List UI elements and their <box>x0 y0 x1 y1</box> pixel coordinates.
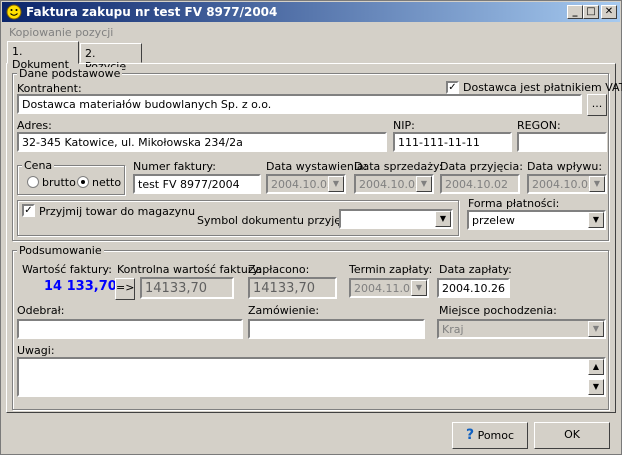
chevron-down-icon[interactable]: ▼ <box>328 176 344 192</box>
help-icon: ? <box>465 427 475 443</box>
due-date-value: 2004.11.05 <box>354 282 417 295</box>
window-title: Faktura zakupu nr test FV 8977/2004 <box>26 5 278 19</box>
nip-label: NIP: <box>393 119 415 132</box>
regon-field[interactable] <box>517 132 607 152</box>
due-date-label: Termin zapłaty: <box>349 263 433 276</box>
price-net-label: netto <box>92 176 122 189</box>
scroll-down-icon[interactable]: ▼ <box>588 379 604 395</box>
close-button[interactable]: ✕ <box>601 5 617 19</box>
inflow-date-field[interactable]: 2004.10.02 ▼ <box>527 174 607 194</box>
invoice-number-field[interactable]: test FV 8977/2004 <box>133 174 261 194</box>
close-icon: ✕ <box>604 6 614 17</box>
order-label: Zamówienie: <box>248 304 320 317</box>
chevron-down-icon[interactable]: ▼ <box>411 280 427 296</box>
help-button-label: Pomoc <box>477 429 515 442</box>
maximize-button[interactable]: □ <box>583 5 599 19</box>
help-button[interactable]: ? Pomoc <box>452 422 528 449</box>
address-field[interactable]: 32-345 Katowice, ul. Mikołowska 234/2a <box>17 132 387 152</box>
payment-date-label: Data zapłaty: <box>439 263 512 276</box>
notes-textarea[interactable]: ▲ ▼ <box>17 357 606 397</box>
accept-to-warehouse-checkbox[interactable]: ✓ <box>22 204 35 217</box>
issue-date-field[interactable]: 2004.10.02 ▼ <box>266 174 346 194</box>
order-field[interactable] <box>248 319 425 339</box>
summary-legend: Podsumowanie <box>17 244 104 257</box>
payment-form-value: przelew <box>472 214 515 227</box>
tab-document-label: 1. Dokument <box>12 45 69 71</box>
paid-field[interactable]: 14133,70 <box>248 277 337 299</box>
chevron-down-icon[interactable]: ▼ <box>416 176 432 192</box>
notes-label: Uwagi: <box>17 344 55 357</box>
chevron-down-icon[interactable]: ▼ <box>588 321 604 337</box>
price-gross-radio[interactable] <box>27 176 39 188</box>
nip-field[interactable]: 111-111-11-11 <box>393 132 512 152</box>
chevron-down-icon[interactable]: ▼ <box>589 176 605 192</box>
document-panel: Dane podstawowe Kontrahent: ✓ Dostawca j… <box>6 63 622 413</box>
price-net-radio[interactable] <box>77 176 89 188</box>
scroll-up-icon[interactable]: ▲ <box>588 359 604 375</box>
menu-copy-positions: Kopiowanie pozycji <box>9 26 114 39</box>
invoice-number-label: Numer faktury: <box>133 160 216 173</box>
control-value-field[interactable]: 14133,70 <box>140 277 234 299</box>
invoice-value: 14 133,70 <box>44 279 117 294</box>
vat-payer-checkbox[interactable]: ✓ <box>446 81 459 94</box>
receipt-symbol-label: Symbol dokumentu przyjęcia: <box>197 214 361 227</box>
paid-label: Zapłacono: <box>248 263 310 276</box>
chevron-down-icon[interactable]: ▼ <box>435 211 451 227</box>
control-value-label: Kontrolna wartość faktury: <box>117 263 262 276</box>
receipt-date-field[interactable]: 2004.10.02 <box>440 174 520 194</box>
origin-value: Kraj <box>442 323 464 336</box>
tab-positions[interactable]: 2. Pozycje <box>80 43 142 73</box>
price-legend: Cena <box>22 159 55 172</box>
payment-form-select[interactable]: przelew ▼ <box>467 210 606 230</box>
vat-payer-label: Dostawca jest płatnikiem VAT <box>463 81 622 94</box>
received-by-label: Odebrał: <box>17 304 65 317</box>
maximize-icon: □ <box>586 6 596 17</box>
tab-document[interactable]: 1. Dokument <box>7 41 79 71</box>
copy-value-button[interactable]: => <box>115 278 135 300</box>
received-by-field[interactable] <box>17 319 243 339</box>
payment-form-label: Forma płatności: <box>468 197 560 210</box>
sale-date-field[interactable]: 2004.10.02 ▼ <box>354 174 434 194</box>
minimize-button[interactable]: _ <box>567 5 583 19</box>
ok-button[interactable]: OK <box>534 422 610 449</box>
due-date-field[interactable]: 2004.11.05 ▼ <box>349 278 429 298</box>
title-bar[interactable]: Faktura zakupu nr test FV 8977/2004 _ □ … <box>2 2 620 22</box>
receipt-date-label: Data przyjęcia: <box>440 160 523 173</box>
issue-date-label: Data wystawienia: <box>266 160 368 173</box>
accept-to-warehouse-label: Przyjmij towar do magazynu <box>39 205 196 218</box>
supplier-browse-button[interactable]: ... <box>587 94 607 116</box>
inflow-date-value: 2004.10.02 <box>532 178 595 191</box>
sale-date-value: 2004.10.02 <box>359 178 422 191</box>
sale-date-label: Data sprzedaży: <box>354 160 443 173</box>
supplier-field[interactable]: Dostawca materiałów budowlanych Sp. z o.… <box>17 94 582 114</box>
origin-select[interactable]: Kraj ▼ <box>437 319 606 339</box>
inflow-date-label: Data wpływu: <box>527 160 603 173</box>
smiley-icon <box>6 4 22 20</box>
receipt-symbol-field[interactable]: ▼ <box>339 209 453 229</box>
price-gross-label: brutto <box>42 176 76 189</box>
invoice-window: Faktura zakupu nr test FV 8977/2004 _ □ … <box>0 0 622 455</box>
address-label: Adres: <box>17 119 52 132</box>
issue-date-value: 2004.10.02 <box>271 178 334 191</box>
origin-label: Miejsce pochodzenia: <box>439 304 557 317</box>
regon-label: REGON: <box>517 119 561 132</box>
minimize-icon: _ <box>572 6 578 17</box>
chevron-down-icon[interactable]: ▼ <box>588 212 604 228</box>
invoice-value-label: Wartość faktury: <box>22 263 112 276</box>
payment-date-field[interactable]: 2004.10.26 <box>437 278 510 298</box>
